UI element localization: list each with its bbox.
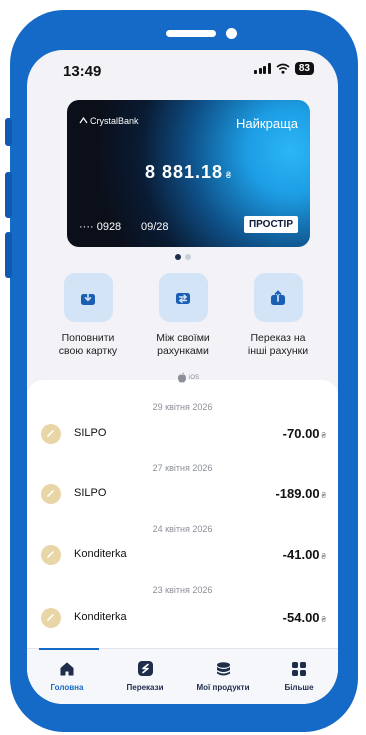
- transaction-row[interactable]: Konditerka -41.00 ₴: [41, 542, 326, 568]
- tab-more-label: Більше: [284, 683, 314, 692]
- card-balance-value: 8 881.18: [144, 162, 224, 182]
- transfer-other-tile[interactable]: [253, 273, 303, 322]
- tab-home-label: Головна: [50, 683, 84, 692]
- tab-transfers-label: Перекази: [126, 683, 164, 692]
- transfer-other-label-line2: інші рахунки: [247, 345, 309, 357]
- card-balance: 8 881.18 ₴: [67, 162, 310, 183]
- download-tray-icon: [81, 292, 95, 305]
- transaction-merchant: Konditerka: [74, 611, 127, 623]
- transaction-amount-value: -41.00: [282, 547, 320, 562]
- transfer-other-label: Переказ на інші рахунки: [228, 332, 328, 358]
- topup-card-label-line2: свою картку: [58, 345, 118, 357]
- topup-card-button[interactable]: Поповнити свою картку: [38, 273, 138, 358]
- bank-card[interactable]: CrystalBank Найкраща 8 881.18 ₴ ···· 0928…: [67, 100, 310, 247]
- status-icons: 83: [254, 62, 314, 75]
- topup-card-label-line1: Поповнити: [61, 332, 115, 344]
- date-header-2: 27 квітня 2026: [152, 463, 213, 473]
- transaction-row[interactable]: SILPO -189.00 ₴: [41, 481, 326, 507]
- merchant-icon: [41, 484, 61, 504]
- tab-more[interactable]: Більше: [260, 659, 338, 692]
- transaction-amount: -41.00 ₴: [283, 547, 326, 562]
- app-screen: 13:49 83 CrystalBank Найкраща 8 881.18 ₴ …: [27, 50, 338, 704]
- grid-more-icon: [260, 659, 338, 678]
- products-icon: [184, 659, 262, 678]
- date-header-1: 29 квітня 2026: [152, 402, 213, 412]
- merchant-icon-glyph: [47, 430, 54, 437]
- transaction-amount-value: -70.00: [282, 426, 320, 441]
- ios-mark: iOS: [177, 372, 199, 383]
- tab-transfers[interactable]: Перекази: [106, 659, 184, 692]
- date-header-4: 23 квітня 2026: [152, 585, 213, 595]
- between-accounts-label-line2: рахунками: [157, 345, 209, 357]
- bank-logo: CrystalBank: [79, 116, 139, 126]
- transaction-amount: -189.00 ₴: [275, 486, 326, 501]
- upload-tray-icon: [271, 289, 285, 305]
- transfer-other-label-line1: Переказ на: [250, 332, 306, 344]
- card-expiry: 09/28: [141, 221, 169, 233]
- card-tag: Найкраща: [236, 116, 298, 131]
- transaction-currency: ₴: [321, 491, 326, 500]
- card-currency: ₴: [226, 170, 233, 180]
- bank-name: CrystalBank: [90, 116, 139, 126]
- tab-home[interactable]: Головна: [28, 659, 106, 692]
- wifi-icon: [276, 63, 290, 74]
- carousel-dot-2[interactable]: [184, 254, 191, 260]
- carousel-indicator[interactable]: [27, 254, 338, 260]
- transaction-merchant: SILPO: [74, 487, 107, 499]
- merchant-icon-glyph: [47, 490, 54, 497]
- topup-card-label: Поповнити свою картку: [38, 332, 138, 358]
- phone-volume-down-button: [5, 232, 12, 278]
- ios-mark-label: iOS: [189, 374, 200, 381]
- active-tab-indicator: [39, 648, 99, 650]
- status-time: 13:49: [63, 63, 102, 80]
- tab-products[interactable]: Мої продукти: [184, 659, 262, 692]
- card-network-logo: ПРОСТІР: [243, 216, 298, 233]
- date-header-3: 24 квітня 2026: [152, 524, 213, 534]
- between-accounts-label-line1: Між своїми: [156, 332, 210, 344]
- transaction-currency: ₴: [321, 615, 326, 624]
- transaction-currency: ₴: [321, 552, 326, 561]
- merchant-icon-glyph: [47, 614, 54, 621]
- bottom-tab-bar: Головна Перекази Мої продукти Більше: [27, 648, 338, 704]
- card-number: ···· 0928: [79, 221, 122, 233]
- transaction-currency: ₴: [321, 431, 326, 440]
- bank-logo-icon: [79, 116, 88, 124]
- transaction-amount-value: -54.00: [282, 610, 320, 625]
- transaction-merchant: SILPO: [74, 427, 107, 439]
- transaction-row[interactable]: Konditerka -54.00 ₴: [41, 605, 326, 631]
- carousel-dot-1[interactable]: [174, 254, 181, 260]
- phone-speaker: [166, 30, 216, 37]
- transaction-amount: -70.00 ₴: [283, 426, 326, 441]
- phone-action-button: [5, 118, 12, 146]
- merchant-icon: [41, 545, 61, 565]
- transaction-row[interactable]: SILPO -70.00 ₴: [41, 421, 326, 447]
- battery-indicator: 83: [294, 62, 314, 75]
- between-accounts-tile[interactable]: [158, 273, 208, 322]
- merchant-icon-glyph: [47, 551, 54, 558]
- transfer-other-button[interactable]: Переказ на інші рахунки: [228, 273, 328, 358]
- transaction-amount: -54.00 ₴: [283, 610, 326, 625]
- merchant-icon: [41, 424, 61, 444]
- transfers-icon: [106, 659, 184, 678]
- tab-products-label: Мої продукти: [196, 683, 250, 692]
- phone-volume-up-button: [5, 172, 12, 218]
- transaction-merchant: Konditerka: [74, 548, 127, 560]
- cellular-signal-icon: [254, 63, 271, 74]
- phone-camera: [226, 28, 237, 39]
- between-accounts-button[interactable]: Між своїми рахунками: [133, 273, 233, 358]
- transfer-arrows-icon: [176, 292, 190, 304]
- merchant-icon: [41, 608, 61, 628]
- home-icon: [28, 659, 106, 678]
- between-accounts-label: Між своїми рахунками: [133, 332, 233, 358]
- transaction-amount-value: -189.00: [275, 486, 320, 501]
- topup-card-tile[interactable]: [63, 273, 113, 322]
- apple-logo-icon: [178, 372, 186, 383]
